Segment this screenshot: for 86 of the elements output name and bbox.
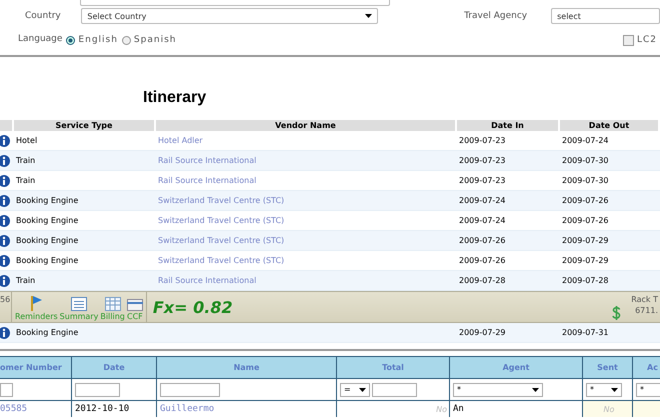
toolbar-button[interactable]: Billing — [100, 292, 125, 322]
column-header: Service Type — [14, 120, 156, 131]
customer-name-link[interactable]: Guilleermo — [160, 404, 214, 414]
toolbar-button[interactable]: Reminders — [15, 292, 58, 322]
toolbar-button[interactable]: Summary — [60, 292, 98, 322]
filter-select[interactable]: = — [340, 382, 370, 396]
customer-number-link[interactable]: 05585 — [0, 404, 28, 414]
radio-button[interactable] — [66, 36, 76, 44]
table-cell: Booking Engine — [14, 323, 156, 343]
table-cell: 2012-10-10 — [75, 404, 130, 414]
info-icon[interactable] — [0, 214, 10, 226]
radio-button[interactable] — [122, 36, 131, 44]
vendor-link[interactable]: Switzerland Travel Centre (STC) — [158, 256, 284, 265]
vendor-link[interactable]: Switzerland Travel Centre (STC) — [158, 236, 284, 245]
table-cell: 2009-07-31 — [560, 323, 660, 343]
table-cell: 2009-07-29 — [560, 231, 660, 251]
table-cell: 2009-07-28 — [457, 271, 560, 291]
table-cell: 2009-07-26 — [457, 231, 560, 251]
caret-icon — [359, 388, 366, 392]
vendor-link[interactable]: Rail Source International — [158, 156, 256, 165]
table-cell: Train — [14, 271, 156, 291]
column-header[interactable]: Name — [157, 357, 337, 379]
table-cell: No — [604, 404, 614, 414]
filter-input[interactable] — [0, 382, 13, 396]
toolbar-text: 56 — [0, 292, 12, 322]
table-icon — [104, 297, 121, 311]
column-header[interactable]: omer Number — [0, 357, 72, 379]
column-header: Date Out — [560, 120, 660, 131]
column-header: Date In — [457, 120, 560, 131]
section-title: Itinerary — [143, 88, 208, 108]
table-cell: 2009-07-30 — [560, 151, 660, 171]
exchange-rate-text: Fx= 0.82 — [152, 298, 234, 316]
card-icon — [126, 299, 143, 311]
toolbar-button[interactable]: CCF — [126, 292, 143, 322]
list-icon — [71, 297, 87, 311]
table-cell: An — [453, 404, 464, 414]
vendor-link[interactable]: Rail Source International — [158, 276, 256, 285]
vendor-link[interactable]: Hotel Adler — [158, 136, 203, 145]
field-label: Travel Agency — [464, 11, 528, 21]
radio-label: English — [78, 35, 118, 45]
table-cell: Train — [14, 151, 156, 171]
vendor-link[interactable]: Switzerland Travel Centre (STC) — [158, 216, 284, 225]
field-label: Country — [25, 11, 62, 21]
info-icon[interactable] — [0, 134, 10, 146]
filter-select[interactable]: * — [586, 382, 622, 396]
column-header — [0, 120, 14, 131]
column-header[interactable]: Agent — [450, 357, 583, 379]
checkbox-label: LC2 — [636, 35, 657, 45]
caret-icon — [365, 14, 372, 18]
column-header[interactable]: Total — [337, 357, 450, 379]
table-cell: No — [436, 404, 447, 414]
filter-input[interactable] — [75, 382, 120, 396]
table-cell: 2009-07-24 — [457, 191, 560, 211]
column-header: Vendor Name — [156, 120, 457, 131]
table-cell: 2009-07-29 — [457, 323, 560, 343]
caret-icon — [611, 388, 618, 392]
info-icon[interactable] — [0, 274, 10, 286]
table-cell: 2009-07-28 — [560, 271, 660, 291]
info-icon[interactable] — [0, 326, 10, 338]
rack-label: Rack T — [631, 294, 658, 305]
filter-select[interactable]: * — [636, 382, 660, 396]
flag-icon — [29, 295, 44, 311]
info-icon[interactable] — [0, 194, 10, 206]
column-header[interactable]: Ac — [633, 357, 660, 379]
filter-input[interactable] — [160, 382, 220, 396]
info-icon[interactable] — [0, 154, 10, 166]
caret-icon — [532, 388, 539, 392]
table-cell: Booking Engine — [14, 231, 156, 251]
radio-label: Spanish — [134, 35, 176, 45]
checkbox[interactable] — [622, 34, 634, 46]
table-cell: 2009-07-23 — [457, 151, 560, 171]
vendor-link[interactable]: Rail Source International — [158, 176, 256, 185]
country-select[interactable]: Select Country — [81, 8, 378, 24]
info-icon[interactable] — [0, 234, 10, 246]
field-label: Language — [18, 34, 62, 44]
filter-select[interactable]: * — [453, 382, 543, 396]
table-cell: 2009-07-26 — [560, 191, 660, 211]
column-header[interactable]: Date — [72, 357, 157, 379]
rack-value: 6711. — [634, 305, 658, 316]
filter-input[interactable] — [372, 382, 417, 396]
travel-agency-field[interactable]: select — [551, 8, 660, 24]
table-cell: Booking Engine — [14, 191, 156, 211]
info-icon[interactable] — [0, 254, 10, 266]
column-header[interactable]: Sent — [583, 357, 633, 379]
info-icon[interactable] — [0, 174, 10, 186]
vendor-link[interactable]: Switzerland Travel Centre (STC) — [158, 196, 284, 205]
